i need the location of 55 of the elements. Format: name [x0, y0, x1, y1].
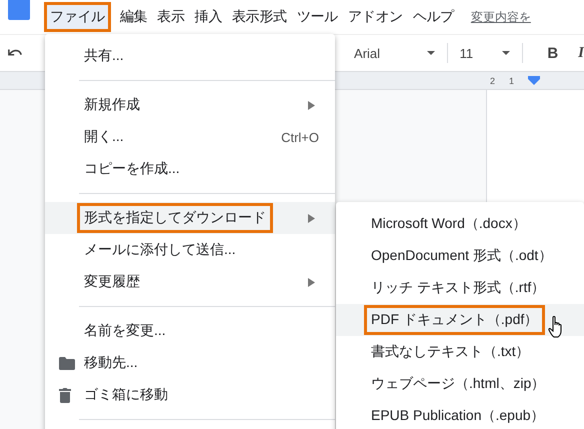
menu-item[interactable]: PDF ドキュメント（.pdf）	[336, 304, 584, 336]
menu-item[interactable]: 開く... Ctrl+O	[45, 121, 335, 153]
menu-item-label: 書式なしテキスト（.txt）	[370, 342, 531, 361]
menu-bar-item[interactable]: ツール	[292, 2, 343, 32]
menu-bar-item[interactable]: 表示形式	[227, 2, 292, 32]
menu-bar-item[interactable]: 挿入	[190, 2, 228, 32]
folder-icon	[59, 356, 75, 370]
menu-item-label: PDF ドキュメント（.pdf）	[364, 305, 546, 335]
bold-button[interactable]: B	[547, 44, 558, 62]
menu-item[interactable]: 移動先...	[45, 347, 335, 379]
menu-item[interactable]: 共有...	[45, 40, 335, 72]
menu-item[interactable]: OpenDocument 形式（.odt）	[336, 240, 584, 272]
ruler-number: 1	[509, 76, 514, 86]
ruler-number: 2	[490, 76, 496, 86]
menu-item-label: 移動先...	[83, 353, 139, 372]
menu-item-label: 新規作成	[83, 95, 141, 114]
menu-item[interactable]: ウェブページ（.html、zip）	[336, 368, 584, 400]
menu-item[interactable]: 新規作成	[45, 89, 335, 121]
last-edit-link[interactable]: 変更内容を	[470, 8, 531, 26]
menu-item-label: ゴミ箱に移動	[83, 385, 169, 404]
caret-icon	[426, 51, 435, 55]
menu-item[interactable]: 形式を指定してダウンロード	[45, 202, 335, 234]
shortcut-label: Ctrl+O	[281, 130, 319, 144]
menu-item-label: 共有...	[83, 46, 125, 65]
menu-item-label: ウェブページ（.html、zip）	[370, 374, 546, 393]
caret-icon	[502, 51, 510, 55]
font-dropdown[interactable]: Arial	[348, 46, 441, 60]
menu-bar-item[interactable]: ファイル	[44, 2, 111, 32]
menu-item[interactable]: 名前を変更...	[45, 315, 335, 347]
menu-item[interactable]: ゴミ箱に移動	[45, 379, 335, 411]
menu-item[interactable]: コピーを作成...	[45, 153, 335, 185]
menu-item-label: EPUB Publication（.epub）	[370, 406, 546, 425]
menu-bar-item[interactable]: 編集	[114, 2, 152, 32]
menu-bar-item[interactable]: 表示	[152, 2, 190, 32]
menu-item-label: メールに添付して送信...	[83, 240, 237, 259]
menu-bar-item[interactable]: ヘルプ	[408, 2, 459, 32]
menu-item-label: Microsoft Word（.docx）	[370, 214, 528, 233]
undo-icon[interactable]	[8, 48, 22, 58]
menu-item-label: 開く...	[83, 127, 125, 146]
menu-item-label: 変更履歴	[83, 272, 141, 291]
menu-item[interactable]: EPUB Publication（.epub）	[336, 400, 584, 429]
menu-item[interactable]: リッチ テキスト形式（.rtf）	[336, 272, 584, 304]
menu-bar-item[interactable]: アドオン	[342, 2, 408, 32]
font-size-dropdown[interactable]: 11	[454, 46, 516, 60]
menu-item-label: OpenDocument 形式（.odt）	[370, 246, 554, 265]
trash-icon	[59, 388, 71, 402]
menu-item[interactable]: 書式なしテキスト（.txt）	[336, 336, 584, 368]
indent-marker-icon[interactable]	[528, 76, 540, 85]
menu-item-label: 形式を指定してダウンロード	[77, 203, 273, 233]
menu-item[interactable]: 変更履歴	[45, 266, 335, 298]
menu-item-label: コピーを作成...	[83, 159, 181, 178]
menu-item-label: 名前を変更...	[83, 321, 167, 340]
menu-item[interactable]: メールに添付して送信...	[45, 234, 335, 266]
menu-item[interactable]: Microsoft Word（.docx）	[336, 208, 584, 240]
menu-item-label: リッチ テキスト形式（.rtf）	[370, 278, 546, 297]
